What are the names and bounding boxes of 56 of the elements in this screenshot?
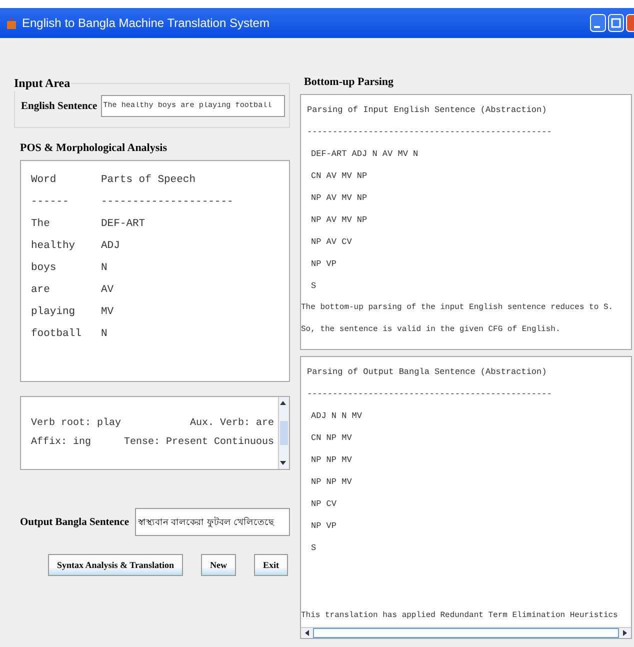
word-text: football [31,328,82,340]
minimize-icon[interactable] [590,14,606,32]
field-label: English Sentence [21,100,98,112]
column-header: Parts of Speech [101,174,196,186]
parse-heading: Parsing of Output Bangla Sentence (Abstraction) [306,366,548,379]
parse-step: CN NP MV [301,427,631,449]
parse-step: NP AV MV NP [301,209,631,231]
horizontal-scrollbar[interactable] [301,627,631,638]
pos-tag: DEF-ART [101,218,146,230]
morphology-text: Verb root: play [31,418,122,429]
morphology-text: Tense: Present Continuous [122,437,274,448]
word-text: playing [31,306,76,318]
parse-step: ADJ N N MV [301,405,631,427]
group-title: Input Area [13,76,72,91]
separator-text: --------------------- [101,196,234,208]
parse-step: NP NP MV [301,449,631,471]
parse-note: This translation has applied Redundant Term Elimination Heuristics [301,610,619,622]
pos-tag: N [101,262,108,274]
parse-step: NP AV MV NP [301,187,631,209]
word-text: healthy [31,240,76,252]
parse-step: NP CV [301,493,631,515]
vertical-scrollbar[interactable] [278,397,289,469]
parse-step: NP NP MV [301,471,631,493]
pos-tag: N [101,328,108,340]
word-text: are [31,284,51,296]
word-text: The [31,218,51,230]
word-text: boys [31,262,58,274]
action-button[interactable]: Exit [254,554,288,576]
pos-tag: ADJ [101,240,120,252]
parse-step: CN AV MV NP [301,165,631,187]
separator-text: ------------------------------------------------ [306,126,553,139]
separator-text: ------ [31,196,70,208]
action-button[interactable]: New [200,554,236,576]
section-title: Bottom-up Parsing [304,76,395,88]
parse-step: NP VP [301,515,631,537]
parse-step: NP VP [301,253,631,275]
morphology-text: Affix: ing [31,437,92,448]
parse-step: NP AV CV [301,231,631,253]
action-button[interactable]: Syntax Analysis & Translation [48,554,183,576]
parse-step: DEF-ART ADJ N AV MV N [301,143,631,165]
parse-step: S [301,537,631,559]
field-label: Output Bangla Sentence [20,516,130,528]
parse-note: The bottom-up parsing of the input English sentence reduces to S. [301,302,614,314]
pos-tag: AV [101,284,114,296]
bangla-sentence-field[interactable]: স্বাস্থ্যবান বালকেরা ফুটবল খেলিতেছে [135,508,290,536]
parse-step: S [301,275,631,297]
column-header: Word [31,174,58,186]
pos-tag: MV [101,306,114,318]
separator-text: ------------------------------------------------ [306,388,553,401]
window-title: English to Bangla Machine Translation System [22,16,270,30]
parse-note: So, the sentence is valid in the given CFG of English. [301,324,562,336]
cup-icon [6,16,18,30]
maximize-icon[interactable] [608,14,624,32]
parse-heading: Parsing of Input English Sentence (Abstraction) [306,104,548,117]
morphology-text: Aux. Verb: are [188,418,274,429]
section-title: POS & Morphological Analysis [20,142,168,154]
